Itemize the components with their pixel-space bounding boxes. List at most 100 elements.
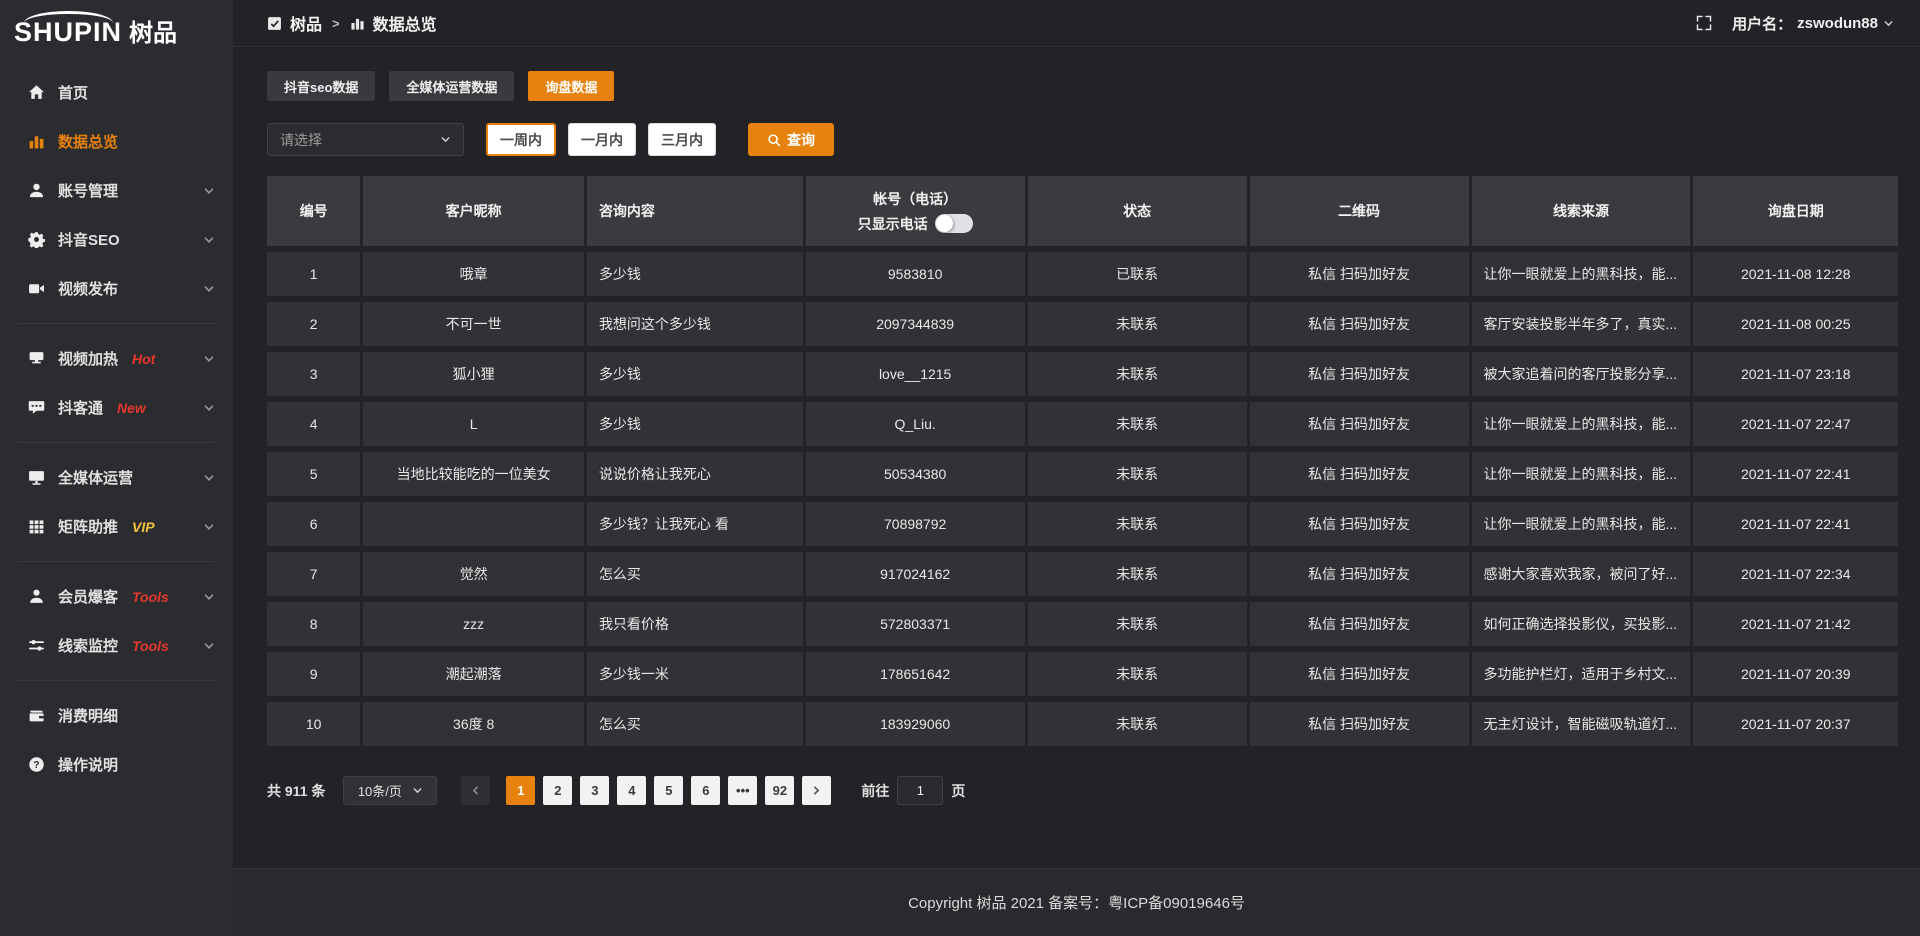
fullscreen-icon[interactable] — [1696, 15, 1712, 31]
cell-account: Q_Liu. — [806, 402, 1025, 446]
cell-source-link[interactable]: 客厅安装投影半年多了，真实... — [1472, 302, 1691, 346]
page-button-3[interactable]: 3 — [580, 776, 609, 805]
sidebar-item-question[interactable]: ?操作说明 — [0, 740, 233, 789]
page-button-6[interactable]: 6 — [691, 776, 720, 805]
sidebar-menu: 首页数据总览账号管理抖音SEO视频发布视频加热Hot抖客通New全媒体运营矩阵助… — [0, 50, 233, 789]
cell-content: 多少钱 — [587, 252, 803, 296]
sidebar-item-monitor[interactable]: 全媒体运营 — [0, 453, 233, 502]
sidebar-item-gear[interactable]: 抖音SEO — [0, 215, 233, 264]
sidebar-item-grid[interactable]: 矩阵助推 VIP — [0, 502, 233, 551]
phone-only-toggle[interactable] — [935, 214, 973, 233]
sidebar-item-display[interactable]: 视频加热Hot — [0, 334, 233, 383]
user-menu[interactable]: 用户名： zswodun88 — [1732, 13, 1894, 34]
cell-qrcode-link[interactable]: 私信 扫码加好友 — [1250, 402, 1469, 446]
cell-account: 917024162 — [806, 552, 1025, 596]
sidebar-item-wallet[interactable]: 消费明细 — [0, 691, 233, 740]
cell-content: 我想问这个多少钱 — [587, 302, 803, 346]
chevron-down-icon — [203, 185, 215, 197]
sidebar-item-label: 矩阵助推 — [58, 516, 118, 537]
cell-content: 怎么买 — [587, 702, 803, 746]
cell-qrcode-link[interactable]: 私信 扫码加好友 — [1250, 452, 1469, 496]
cell-source-link[interactable]: 如何正确选择投影仪，买投影... — [1472, 602, 1691, 646]
sidebar-item-member[interactable]: 会员爆客Tools — [0, 572, 233, 621]
tab-1[interactable]: 全媒体运营数据 — [389, 71, 514, 101]
page-ellipsis-button[interactable]: ••• — [728, 776, 757, 805]
chevron-down-icon — [203, 472, 215, 484]
sidebar-item-video[interactable]: 视频发布 — [0, 264, 233, 313]
page-button-1[interactable]: 1 — [506, 776, 535, 805]
sidebar-item-chat[interactable]: 抖客通New — [0, 383, 233, 432]
query-button[interactable]: 查询 — [748, 123, 834, 156]
cell-source-link[interactable]: 让你一眼就爱上的黑科技，能... — [1472, 402, 1691, 446]
filter-select[interactable]: 请选择 — [267, 123, 464, 156]
sidebar-badge: VIP — [132, 519, 155, 535]
period-button[interactable]: 一周内 — [486, 123, 556, 156]
chat-icon — [28, 399, 45, 416]
prev-page-button[interactable] — [461, 776, 490, 805]
cell-date: 2021-11-07 23:18 — [1693, 352, 1898, 396]
cell-source-link[interactable]: 无主灯设计，智能磁吸轨道灯... — [1472, 702, 1691, 746]
cell-qrcode-link[interactable]: 私信 扫码加好友 — [1250, 252, 1469, 296]
cell-source-link[interactable]: 让你一眼就爱上的黑科技，能... — [1472, 252, 1691, 296]
page-button-5[interactable]: 5 — [654, 776, 683, 805]
page-size-select[interactable]: 10条/页 — [343, 776, 437, 805]
tab-0[interactable]: 抖音seo数据 — [267, 71, 375, 101]
breadcrumb-root[interactable]: 树品 — [290, 11, 322, 35]
sidebar-item-label: 线索监控 — [58, 635, 118, 656]
content-area: 抖音seo数据全媒体运营数据询盘数据 请选择 一周内一月内三月内 查询 编号 客… — [233, 47, 1920, 868]
filter-select-placeholder: 请选择 — [280, 130, 322, 150]
logo-mark-icon — [267, 16, 282, 31]
footer: Copyright 树品 2021 备案号：粤ICP备09019646号 — [233, 868, 1920, 936]
cell-nickname: 哦章 — [363, 252, 584, 296]
sidebar-item-label: 数据总览 — [58, 131, 118, 152]
cell-qrcode-link[interactable]: 私信 扫码加好友 — [1250, 302, 1469, 346]
sidebar: SHUPIN 树品 首页数据总览账号管理抖音SEO视频发布视频加热Hot抖客通N… — [0, 0, 233, 936]
chevron-down-icon — [440, 134, 451, 145]
cell-qrcode-link[interactable]: 私信 扫码加好友 — [1250, 602, 1469, 646]
chevron-down-icon — [203, 234, 215, 246]
sidebar-item-user[interactable]: 账号管理 — [0, 166, 233, 215]
sidebar-item-chart[interactable]: 数据总览 — [0, 117, 233, 166]
cell-id: 9 — [267, 652, 360, 696]
sidebar-item-sliders[interactable]: 线索监控 Tools — [0, 621, 233, 670]
breadcrumb-current: 数据总览 — [373, 11, 437, 35]
grid-icon — [28, 518, 45, 535]
page-button-2[interactable]: 2 — [543, 776, 572, 805]
sidebar-badge: Tools — [132, 638, 169, 654]
cell-status: 未联系 — [1028, 552, 1247, 596]
cell-qrcode-link[interactable]: 私信 扫码加好友 — [1250, 652, 1469, 696]
cell-content: 多少钱 — [587, 402, 803, 446]
period-button[interactable]: 一月内 — [568, 123, 636, 156]
chevron-down-icon — [203, 353, 215, 365]
sidebar-divider — [18, 442, 215, 443]
next-page-button[interactable] — [802, 776, 831, 805]
cell-source-link[interactable]: 感谢大家喜欢我家，被问了好... — [1472, 552, 1691, 596]
cell-date: 2021-11-08 00:25 — [1693, 302, 1898, 346]
cell-content: 多少钱？让我死心 看 — [587, 502, 803, 546]
cell-nickname — [363, 502, 584, 546]
cell-qrcode-link[interactable]: 私信 扫码加好友 — [1250, 702, 1469, 746]
cell-source-link[interactable]: 多功能护栏灯，适用于乡村文... — [1472, 652, 1691, 696]
chevron-down-icon — [203, 283, 215, 295]
cell-qrcode-link[interactable]: 私信 扫码加好友 — [1250, 352, 1469, 396]
cell-date: 2021-11-07 22:34 — [1693, 552, 1898, 596]
cell-source-link[interactable]: 让你一眼就爱上的黑科技，能... — [1472, 502, 1691, 546]
page-button-92[interactable]: 92 — [765, 776, 794, 805]
sidebar-item-home[interactable]: 首页 — [0, 68, 233, 117]
cell-qrcode-link[interactable]: 私信 扫码加好友 — [1250, 502, 1469, 546]
home-icon — [28, 84, 45, 101]
period-button[interactable]: 三月内 — [648, 123, 716, 156]
sidebar-item-label: 视频加热 — [58, 348, 118, 369]
page-button-4[interactable]: 4 — [617, 776, 646, 805]
tab-2[interactable]: 询盘数据 — [528, 71, 614, 101]
cell-source-link[interactable]: 被大家追着问的客厅投影分享... — [1472, 352, 1691, 396]
cell-qrcode-link[interactable]: 私信 扫码加好友 — [1250, 552, 1469, 596]
username-value: zswodun88 — [1797, 15, 1878, 32]
col-header-account: 帐号（电话） 只显示电话 — [806, 176, 1025, 246]
cell-status: 未联系 — [1028, 452, 1247, 496]
cell-source-link[interactable]: 让你一眼就爱上的黑科技，能... — [1472, 452, 1691, 496]
cell-nickname: 不可一世 — [363, 302, 584, 346]
goto-page-input[interactable] — [897, 776, 943, 805]
pagination: 共 911 条 10条/页 123456•••92 前往 页 — [267, 776, 1898, 805]
page-buttons: 123456 ••• 92 — [506, 776, 794, 805]
